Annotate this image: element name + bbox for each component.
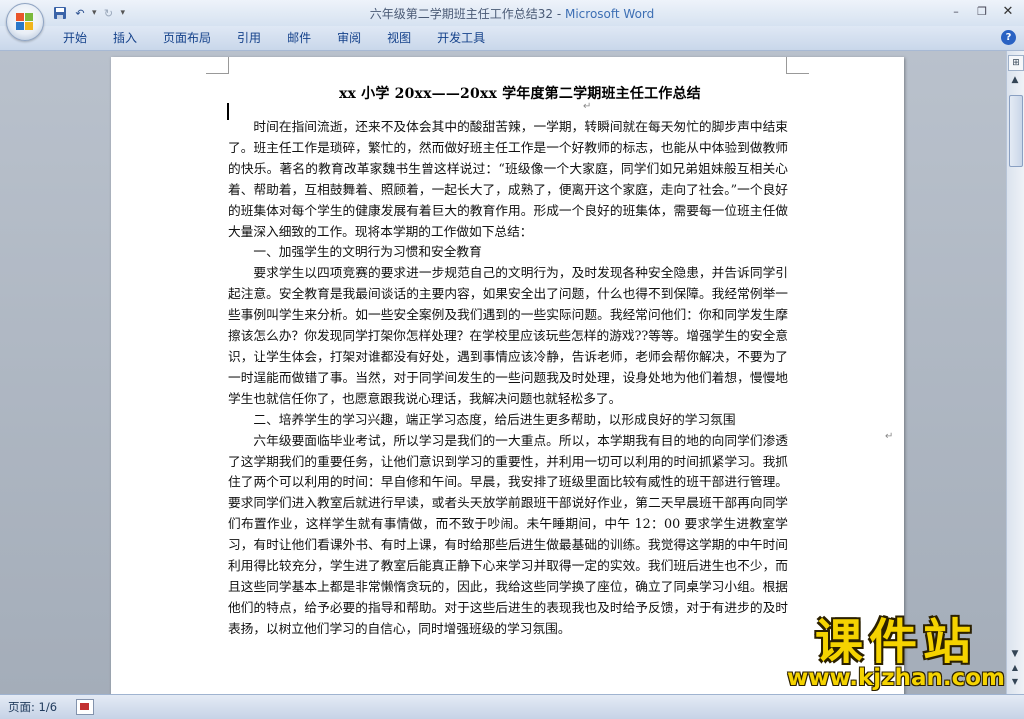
help-icon[interactable]: ? (1001, 30, 1016, 45)
scroll-up-icon[interactable]: ▲ (1008, 73, 1022, 87)
restore-icon[interactable]: ❐ (970, 2, 994, 20)
body-paragraph: 时间在指间流逝，还来不及体会其中的酸甜苦辣，一学期，转瞬间就在每天匆忙的脚步声中… (228, 119, 788, 239)
tab-developer[interactable]: 开发工具 (424, 26, 498, 50)
tab-home[interactable]: 开始 (50, 26, 100, 50)
ribbon-tab-bar: 开始 插入 页面布局 引用 邮件 审阅 视图 开发工具 ? (0, 26, 1024, 51)
body-paragraph: 要求学生以四项竞赛的要求进一步规范自己的文明行为，及时发现各种安全隐患，并告诉同… (228, 265, 788, 406)
office-logo-icon (16, 13, 34, 31)
window-title: 六年级第二学期班主任工作总结32 - Microsoft Word (369, 7, 655, 21)
paragraph-mark-icon: ↵ (885, 431, 894, 442)
title-bar: ↶ ▾ ↻ ▾ 六年级第二学期班主任工作总结32 - Microsoft Wor… (0, 0, 1024, 27)
window-controls: – ❐ ✕ (944, 2, 1020, 20)
tab-review[interactable]: 审阅 (324, 26, 374, 50)
status-bar: 页面: 1/6 (0, 694, 1024, 719)
watermark-logo: 课件站 (814, 614, 977, 670)
document-title: xx 小学 20xx——20xx 学年度第二学期班主任工作总结 (339, 86, 701, 102)
body-paragraph: 六年级要面临毕业考试，所以学习是我们的一大重点。所以，本学期我有目的地的向同学们… (228, 432, 788, 636)
crop-mark-top-left (206, 57, 229, 74)
close-icon[interactable]: ✕ (996, 2, 1020, 20)
vertical-scrollbar[interactable]: ⊞ ▲ ▼ ▲ ▼ (1006, 51, 1024, 694)
document-body[interactable]: 时间在指间流逝，还来不及体会其中的酸甜苦辣，一学期，转瞬间就在每天匆忙的脚步声中… (228, 117, 788, 640)
document-workspace: xx 小学 20xx——20xx 学年度第二学期班主任工作总结 ↵ ↵ 时间在指… (0, 51, 1007, 694)
tab-view[interactable]: 视图 (374, 26, 424, 50)
proofing-icon[interactable] (76, 699, 94, 715)
scroll-thumb[interactable] (1009, 95, 1023, 167)
section-heading: 一、加强学生的文明行为习惯和安全教育 (253, 244, 482, 260)
page-indicator[interactable]: 页面: 1/6 (8, 699, 57, 715)
tab-insert[interactable]: 插入 (100, 26, 150, 50)
document-page[interactable]: xx 小学 20xx——20xx 学年度第二学期班主任工作总结 ↵ ↵ 时间在指… (111, 57, 904, 694)
ribbon-tabs: 开始 插入 页面布局 引用 邮件 审阅 视图 开发工具 (50, 26, 498, 50)
section-heading: 二、培养学生的学习兴趣，端正学习态度，给后进生更多帮助，以形成良好的学习氛围 (253, 411, 736, 427)
watermark-url: www.kjzhan.com (787, 665, 1005, 691)
tab-references[interactable]: 引用 (224, 26, 274, 50)
office-button[interactable] (6, 3, 44, 41)
ruler-toggle-icon[interactable]: ⊞ (1008, 55, 1024, 71)
paragraph-mark-icon: ↵ (583, 101, 592, 112)
tab-page-layout[interactable]: 页面布局 (150, 26, 224, 50)
tab-mailings[interactable]: 邮件 (274, 26, 324, 50)
watermark: 课件站 www.kjzhan.com (776, 615, 1016, 691)
minimize-icon[interactable]: – (944, 2, 968, 20)
crop-mark-top-right (786, 57, 809, 74)
